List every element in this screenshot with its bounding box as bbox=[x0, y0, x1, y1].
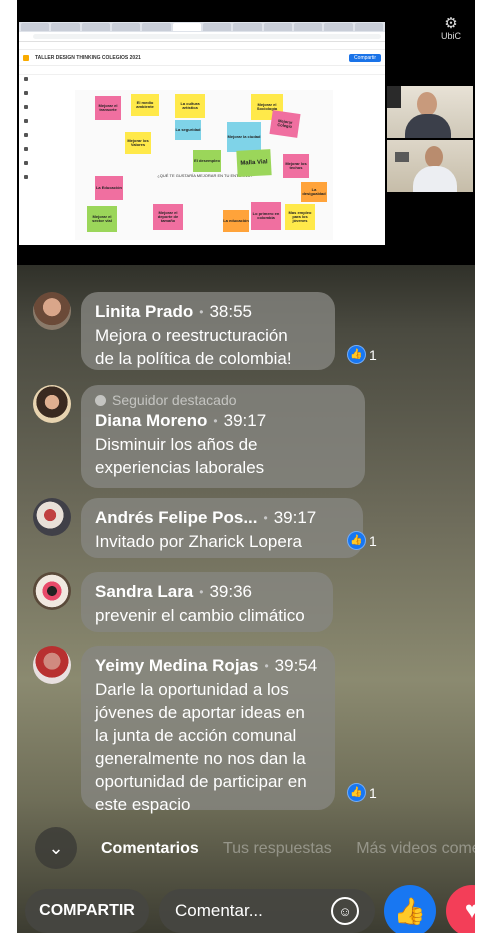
comment-time: 39:36 bbox=[209, 582, 253, 601]
jamboard-logo-icon bbox=[23, 54, 29, 61]
video-top-bar bbox=[17, 0, 475, 22]
comment-text: Invitado por Zharick Lopera bbox=[95, 532, 302, 552]
like-count: 1 bbox=[369, 346, 377, 363]
participant-face bbox=[425, 146, 443, 168]
avatar[interactable] bbox=[33, 498, 71, 536]
comment-text: prevenir el cambio climático bbox=[95, 606, 305, 626]
love-reaction-button[interactable]: ♥ bbox=[446, 885, 475, 933]
sticky-note: El medio ambiente bbox=[131, 94, 159, 116]
sticky-note: Mejorar el sector vial bbox=[87, 206, 117, 232]
live-video-screen: ⚙ UbiC TALLER DESIGN THINKING COLEGIOS 2… bbox=[17, 0, 475, 933]
sticky-note: La desigualdad bbox=[301, 182, 327, 202]
jamboard-toolbar bbox=[19, 66, 385, 75]
comment-bubble[interactable]: Linita Prado • 38:55 Mejora o reestructura… bbox=[81, 292, 335, 370]
bookmarks-bar bbox=[19, 42, 385, 50]
avatar[interactable] bbox=[33, 385, 71, 423]
sticky-note: Mejorar el transorte bbox=[95, 96, 121, 120]
like-icon: 👍 bbox=[347, 783, 366, 802]
sticky-note: La seguridad bbox=[175, 120, 201, 140]
sticky-note: La educación bbox=[223, 210, 249, 232]
like-count: 1 bbox=[369, 784, 377, 801]
like-icon: 👍 bbox=[347, 345, 366, 364]
sticky-note: Mas empleo para los jóvenes bbox=[285, 204, 315, 230]
settings-label: UbiC bbox=[440, 31, 461, 41]
comment-bubble[interactable]: Yeimy Medina Rojas • 39:54 Darle la oportu… bbox=[81, 646, 335, 814]
tab-comentarios[interactable]: Comentarios bbox=[101, 840, 199, 857]
sticky-note: Mejorar los techos bbox=[283, 154, 309, 178]
commenter-name[interactable]: Diana Moreno bbox=[95, 411, 207, 430]
comment-text: Darle la oportunidad a los jóvenes de ap… bbox=[95, 680, 307, 815]
comment-time: 38:55 bbox=[209, 302, 252, 321]
comment-reactions[interactable]: 👍 1 bbox=[347, 531, 377, 550]
like-reaction-button[interactable]: 👍 bbox=[384, 885, 436, 933]
share-button[interactable]: COMPARTIR bbox=[25, 889, 149, 933]
avatar[interactable] bbox=[33, 292, 71, 330]
comment-time: 39:17 bbox=[273, 508, 317, 527]
board-title: TALLER DESIGN THINKING COLEGIOS 2021 bbox=[35, 54, 141, 61]
like-icon: 👍 bbox=[347, 531, 366, 550]
participant-face bbox=[417, 92, 437, 116]
collapse-comments-button[interactable]: ⌄ bbox=[35, 827, 77, 869]
sticky-note: Malla Vial bbox=[236, 149, 272, 177]
comment-placeholder: Comentar... bbox=[175, 901, 263, 920]
settings-button[interactable]: ⚙ UbiC bbox=[441, 16, 461, 41]
avatar[interactable] bbox=[33, 646, 71, 684]
tab-tus-respuestas[interactable]: Tus respuestas bbox=[223, 840, 332, 857]
participant-suit bbox=[405, 114, 451, 138]
participant-background bbox=[387, 86, 401, 108]
browser-tabs bbox=[19, 22, 385, 32]
comment-time: 39:17 bbox=[223, 411, 267, 430]
avatar[interactable] bbox=[33, 572, 71, 610]
like-count: 1 bbox=[369, 532, 377, 549]
comment-text: Disminuir los años de experiencias labor… bbox=[95, 435, 265, 478]
comment-bubble[interactable]: Andrés Felipe Pos... • 39:17 Invitado por … bbox=[81, 498, 363, 558]
gear-icon: ⚙ bbox=[444, 15, 458, 32]
thumbs-up-icon: 👍 bbox=[393, 895, 427, 926]
jamboard-header: TALLER DESIGN THINKING COLEGIOS 2021 Com… bbox=[19, 50, 385, 66]
commenter-name[interactable]: Sandra Lara bbox=[95, 582, 193, 601]
browser-url-bar bbox=[19, 32, 385, 42]
top-fan-badge: Seguidor destacado bbox=[95, 391, 351, 409]
video-player[interactable]: ⚙ UbiC TALLER DESIGN THINKING COLEGIOS 2… bbox=[17, 0, 475, 265]
comment-reactions[interactable]: 👍 1 bbox=[347, 783, 377, 802]
commenter-name[interactable]: Yeimy Medina Rojas bbox=[95, 656, 258, 675]
comment-text: Mejora o reestructuración de la política… bbox=[95, 326, 292, 369]
jamboard-share-button: Compartir bbox=[349, 53, 381, 62]
comment-bubble[interactable]: Seguidor destacado Diana Moreno • 39:17 Di… bbox=[81, 385, 365, 488]
participant-background bbox=[395, 152, 409, 162]
sticky-note: Mejorar el deporte de tamaño bbox=[153, 204, 183, 230]
sticky-note: Lo primero en colombia bbox=[251, 202, 281, 230]
heart-icon: ♥ bbox=[464, 897, 475, 924]
comment-tabs: Comentarios Tus respuestas Más videos co… bbox=[101, 840, 475, 858]
participant-video-2 bbox=[387, 140, 473, 192]
chevron-down-icon: ⌄ bbox=[48, 837, 64, 858]
sticky-note: El desempleo bbox=[193, 150, 221, 172]
shared-screen: TALLER DESIGN THINKING COLEGIOS 2021 Com… bbox=[19, 22, 385, 245]
sticky-note: La cultura artística bbox=[175, 94, 205, 118]
participant-video-1 bbox=[387, 86, 473, 138]
sticky-note: Mejorar Colegio bbox=[269, 110, 301, 138]
sticky-note: La Educación bbox=[95, 176, 123, 200]
emoji-icon[interactable]: ☺ bbox=[331, 897, 359, 925]
sticky-note: Mejorar la ciudad bbox=[227, 122, 261, 152]
comment-reactions[interactable]: 👍 1 bbox=[347, 345, 377, 364]
jamboard-side-tools bbox=[22, 77, 30, 227]
comment-bubble[interactable]: Sandra Lara • 39:36 prevenir el cambio cli… bbox=[81, 572, 333, 632]
sticky-note: Mejorar los Valores bbox=[125, 132, 151, 154]
commenter-name[interactable]: Andrés Felipe Pos... bbox=[95, 508, 258, 527]
top-fan-icon bbox=[95, 394, 106, 406]
jamboard-canvas: ¿QUÉ TE GUSTARÍA MEJORAR EN TU ENTORNO? … bbox=[75, 90, 333, 240]
commenter-name[interactable]: Linita Prado bbox=[95, 302, 193, 321]
tab-mas-videos[interactable]: Más videos come bbox=[356, 840, 475, 857]
comment-input[interactable]: Comentar... ☺ bbox=[159, 889, 375, 933]
participant-shirt bbox=[413, 166, 457, 192]
comment-time: 39:54 bbox=[274, 656, 318, 675]
